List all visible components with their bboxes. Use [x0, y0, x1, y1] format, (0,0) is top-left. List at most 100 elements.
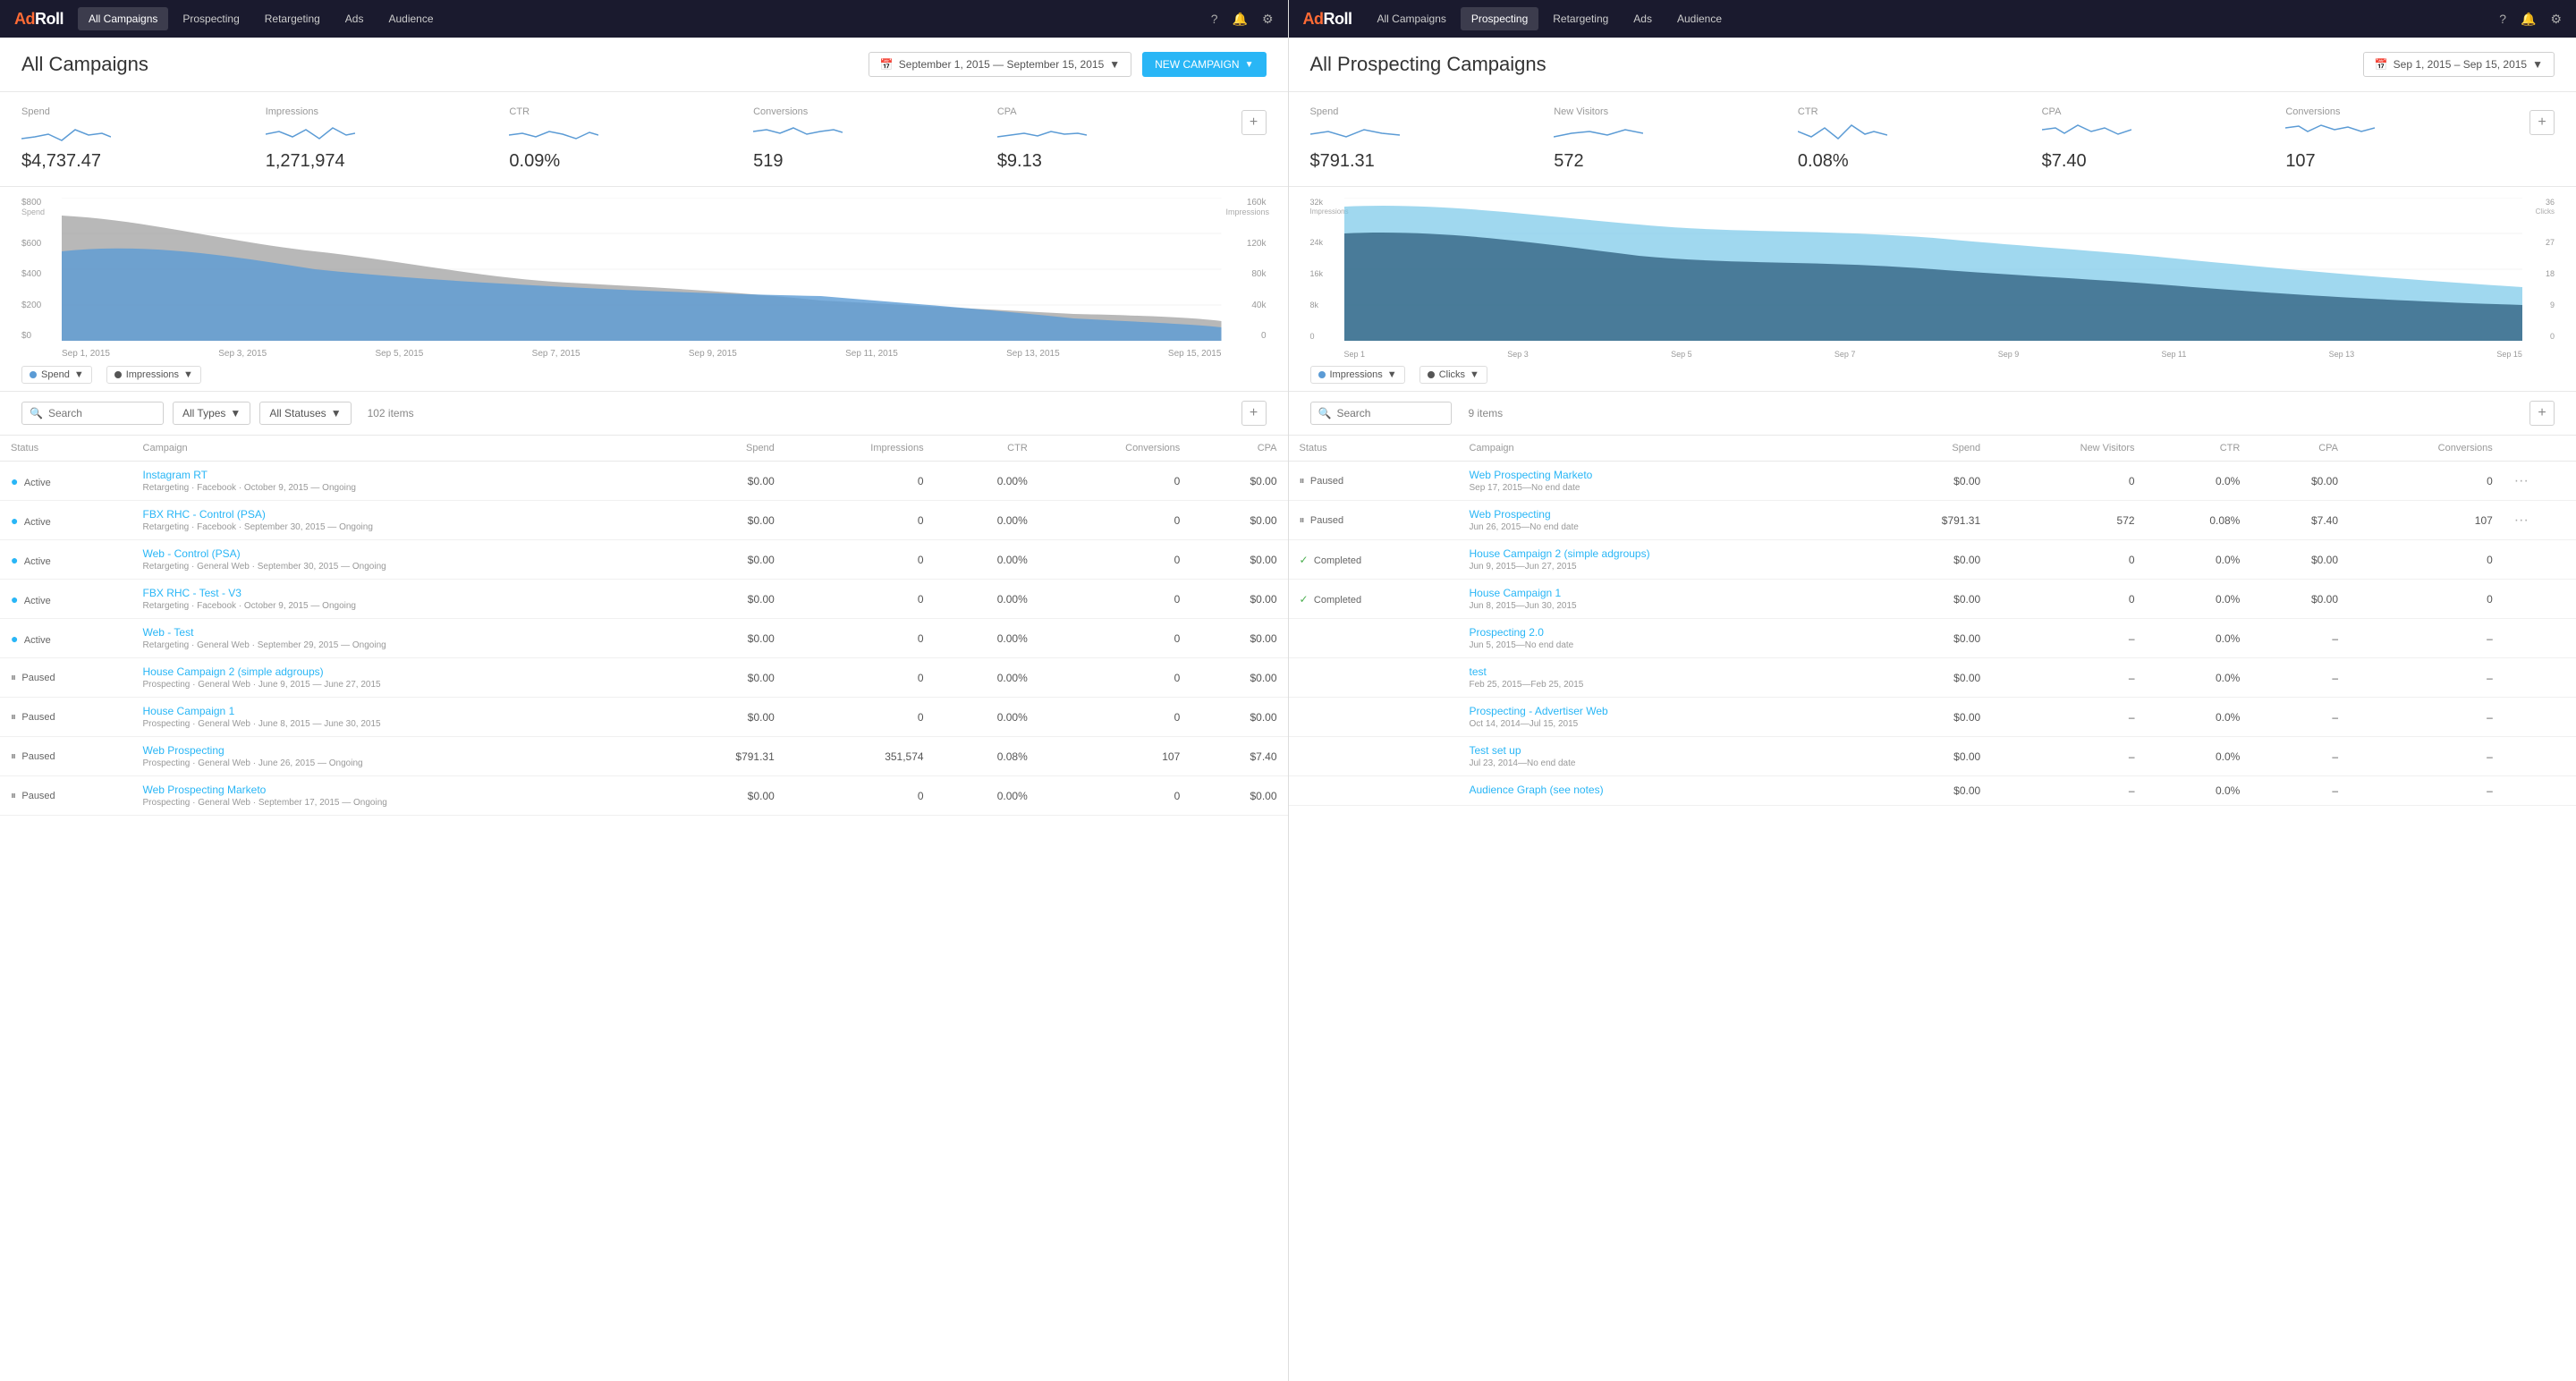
col-spend: Spend [665, 436, 785, 462]
search-box-left[interactable]: 🔍 [21, 402, 164, 425]
right-campaign-link[interactable]: Prospecting - Advertiser Web [1469, 705, 1858, 717]
ctr-cell: 0.00% [935, 776, 1038, 816]
nav-audience[interactable]: Audience [377, 7, 444, 30]
campaign-cell: Web - Control (PSA) Retargeting · Genera… [132, 540, 665, 580]
right-date-range-button[interactable]: 📅 Sep 1, 2015 – Sep 15, 2015 ▼ [2363, 52, 2555, 77]
status-cell: ⏸ Paused [0, 698, 132, 737]
search-box-right[interactable]: 🔍 [1310, 402, 1453, 425]
right-campaign-link[interactable]: Web Prospecting Marketo [1469, 469, 1858, 481]
table-row: ✓ Completed House Campaign 2 (simple adg… [1289, 540, 2576, 580]
right-ctr-cell: 0.0% [2146, 776, 2251, 806]
right-status-cell: ⏸ Paused [1289, 462, 1459, 501]
status-filter-button[interactable]: All Statuses ▼ [259, 402, 351, 425]
date-range-label: September 1, 2015 — September 15, 2015 [899, 58, 1104, 71]
campaigns-table-wrap: Status Campaign Spend Impressions CTR Co… [0, 436, 1288, 1381]
campaign-link[interactable]: House Campaign 1 [143, 705, 654, 717]
help-icon[interactable]: ? [1211, 12, 1218, 26]
metric-ctr: CTR 0.09% [509, 106, 753, 172]
metric-conversions: Conversions 519 [753, 106, 997, 172]
right-new-visitors-cell: – [1991, 619, 2145, 658]
right-bell-icon[interactable]: 🔔 [2521, 12, 2536, 27]
campaign-link[interactable]: Web - Control (PSA) [143, 547, 654, 560]
cpa-cell: $0.00 [1191, 462, 1287, 501]
right-campaign-sub: Jul 23, 2014—No end date [1469, 758, 1858, 768]
new-campaign-button[interactable]: NEW CAMPAIGN ▼ [1142, 52, 1266, 77]
legend-spend[interactable]: Spend ▼ [21, 366, 92, 384]
add-filter-button[interactable]: + [1241, 401, 1267, 426]
nav-prospecting[interactable]: Prospecting [172, 7, 250, 30]
right-campaign-link[interactable]: test [1469, 665, 1858, 678]
right-spend-cell: $0.00 [1868, 776, 1991, 806]
bell-icon[interactable]: 🔔 [1233, 12, 1248, 27]
right-nav-all-campaigns[interactable]: All Campaigns [1367, 7, 1457, 30]
right-campaign-link[interactable]: Prospecting 2.0 [1469, 626, 1858, 639]
right-conversions-cell: – [2349, 737, 2504, 776]
status-label: Paused [21, 751, 55, 762]
right-spend-cell: $791.31 [1868, 501, 1991, 540]
status-cell: ● Active [0, 540, 132, 580]
campaign-cell: Web - Test Retargeting · General Web · S… [132, 619, 665, 658]
right-campaign-cell: House Campaign 2 (simple adgroups) Jun 9… [1458, 540, 1868, 580]
right-campaign-link[interactable]: Audience Graph (see notes) [1469, 784, 1858, 796]
right-add-filter-button[interactable]: + [2529, 401, 2555, 426]
more-button[interactable]: ··· [2514, 513, 2529, 528]
chevron-down-icon: ▼ [331, 407, 342, 419]
status-label: Active [24, 635, 51, 646]
col-status: Status [0, 436, 132, 462]
right-help-icon[interactable]: ? [2499, 12, 2506, 26]
right-legend-impressions[interactable]: Impressions ▼ [1310, 366, 1405, 384]
right-metric-new-visitors: New Visitors 572 [1554, 106, 1798, 172]
nav-retargeting[interactable]: Retargeting [254, 7, 331, 30]
right-nav-audience[interactable]: Audience [1666, 7, 1733, 30]
campaign-link[interactable]: Web - Test [143, 626, 654, 639]
right-new-visitors-cell: – [1991, 737, 2145, 776]
status-icon: ● [11, 631, 18, 646]
campaign-link[interactable]: FBX RHC - Control (PSA) [143, 508, 654, 521]
right-cpa-cell: – [2250, 698, 2349, 737]
right-ctr-cell: 0.0% [2146, 580, 2251, 619]
right-campaign-link[interactable]: Web Prospecting [1469, 508, 1858, 521]
right-campaign-link[interactable]: Test set up [1469, 744, 1858, 757]
right-status-icon: ✓ [1300, 593, 1309, 606]
table-row: Prospecting - Advertiser Web Oct 14, 201… [1289, 698, 2576, 737]
right-campaign-sub: Jun 9, 2015—Jun 27, 2015 [1469, 562, 1858, 572]
date-range-button[interactable]: 📅 September 1, 2015 — September 15, 2015… [869, 52, 1131, 77]
campaign-link[interactable]: FBX RHC - Test - V3 [143, 587, 654, 599]
campaign-link[interactable]: House Campaign 2 (simple adgroups) [143, 665, 654, 678]
more-actions-cell [2504, 658, 2576, 698]
nav-ads[interactable]: Ads [335, 7, 375, 30]
legend-impressions[interactable]: Impressions ▼ [106, 366, 201, 384]
campaign-link[interactable]: Instagram RT [143, 469, 654, 481]
right-campaign-link[interactable]: House Campaign 1 [1469, 587, 1858, 599]
table-row: Audience Graph (see notes) $0.00 – 0.0% … [1289, 776, 2576, 806]
search-input-right[interactable] [1336, 407, 1444, 419]
more-button[interactable]: ··· [2514, 473, 2529, 488]
campaign-link[interactable]: Web Prospecting [143, 744, 654, 757]
adroll-logo-right: AdRoll [1303, 10, 1352, 29]
conversions-cell: 0 [1038, 619, 1191, 658]
cpa-cell: $0.00 [1191, 619, 1287, 658]
settings-icon[interactable]: ⚙ [1262, 12, 1274, 27]
campaign-cell: House Campaign 1 Prospecting · General W… [132, 698, 665, 737]
right-campaign-link[interactable]: House Campaign 2 (simple adgroups) [1469, 547, 1858, 560]
cpa-cell: $0.00 [1191, 698, 1287, 737]
col-campaign: Campaign [132, 436, 665, 462]
right-nav-prospecting[interactable]: Prospecting [1461, 7, 1538, 30]
right-campaign-cell: Prospecting 2.0 Jun 5, 2015—No end date [1458, 619, 1868, 658]
conversions-cell: 0 [1038, 462, 1191, 501]
right-campaign-sub: Feb 25, 2015—Feb 25, 2015 [1469, 680, 1858, 690]
add-metric-button[interactable]: + [1241, 110, 1267, 135]
right-legend-clicks[interactable]: Clicks ▼ [1419, 366, 1487, 384]
type-filter-button[interactable]: All Types ▼ [173, 402, 250, 425]
right-add-metric-button[interactable]: + [2529, 110, 2555, 135]
search-input-left[interactable] [48, 407, 156, 419]
metric-spend: Spend $4,737.47 [21, 106, 266, 172]
campaign-link[interactable]: Web Prospecting Marketo [143, 784, 654, 796]
right-nav-ads[interactable]: Ads [1623, 7, 1663, 30]
type-filter-label: All Types [182, 407, 225, 419]
right-nav-retargeting[interactable]: Retargeting [1542, 7, 1619, 30]
nav-all-campaigns[interactable]: All Campaigns [78, 7, 168, 30]
chart-x-axis: Sep 1, 2015 Sep 3, 2015 Sep 5, 2015 Sep … [62, 349, 1222, 359]
right-settings-icon[interactable]: ⚙ [2550, 12, 2562, 27]
right-status-cell: ✓ Completed [1289, 580, 1459, 619]
